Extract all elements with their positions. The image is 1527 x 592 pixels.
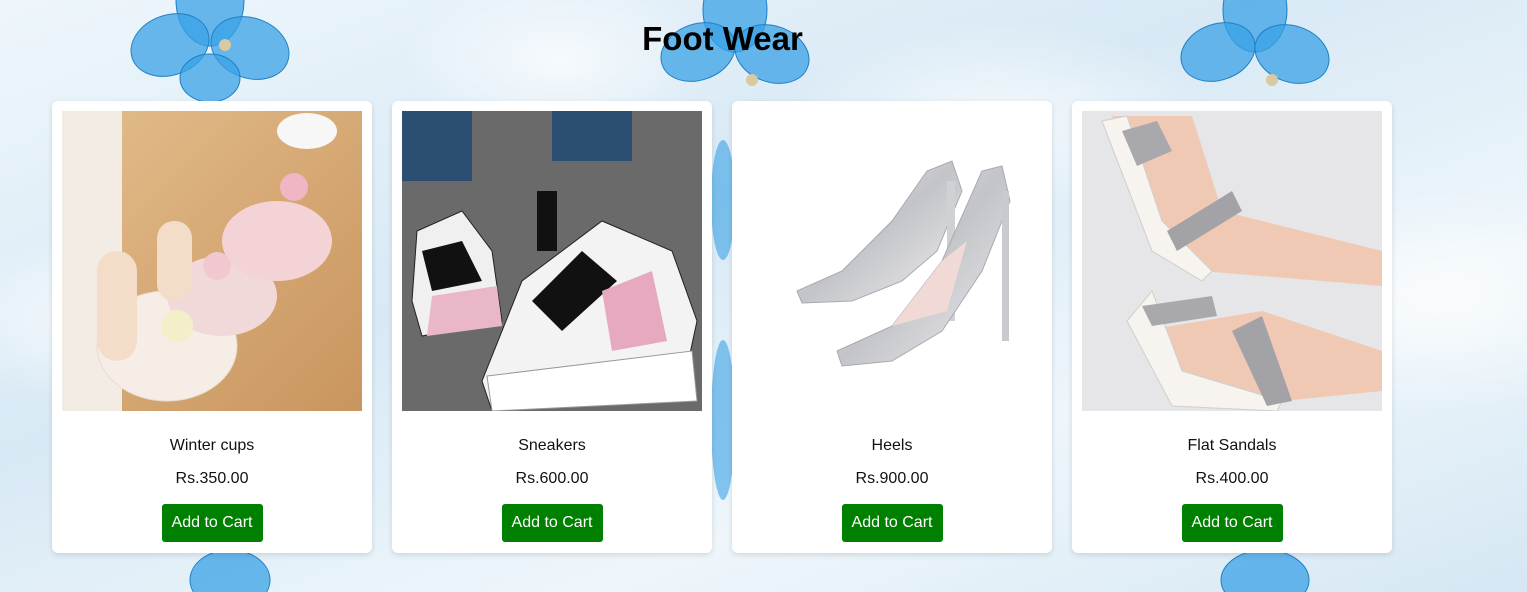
fluffy-flower-slippers-icon[interactable] (62, 111, 362, 411)
page-title: Foot Wear (642, 20, 803, 57)
product-price: Rs.600.00 (515, 470, 589, 487)
product-name: Flat Sandals (1187, 437, 1277, 454)
product-card: Sneakers Rs.600.00 Add to Cart (392, 101, 712, 553)
add-to-cart-button[interactable]: Add to Cart (501, 504, 603, 542)
product-card: Heels Rs.900.00 Add to Cart (732, 101, 1052, 553)
chunky-sneakers-icon[interactable] (402, 111, 702, 411)
silver-glitter-heels-icon[interactable] (742, 111, 1042, 411)
product-card: Winter cups Rs.350.00 Add to Cart (52, 101, 372, 553)
grey-flat-sandals-icon[interactable] (1082, 111, 1382, 411)
add-to-cart-button[interactable]: Add to Cart (841, 504, 943, 542)
product-card: Flat Sandals Rs.400.00 Add to Cart (1072, 101, 1392, 553)
product-name: Sneakers (518, 437, 586, 454)
add-to-cart-button[interactable]: Add to Cart (161, 504, 263, 542)
product-price: Rs.900.00 (855, 470, 929, 487)
product-price: Rs.350.00 (175, 470, 249, 487)
product-grid: Winter cups Rs.350.00 Add to Cart Sneake… (52, 101, 1392, 553)
add-to-cart-button[interactable]: Add to Cart (1181, 504, 1283, 542)
product-name: Heels (871, 437, 913, 454)
product-price: Rs.400.00 (1195, 470, 1269, 487)
product-name: Winter cups (169, 437, 255, 454)
